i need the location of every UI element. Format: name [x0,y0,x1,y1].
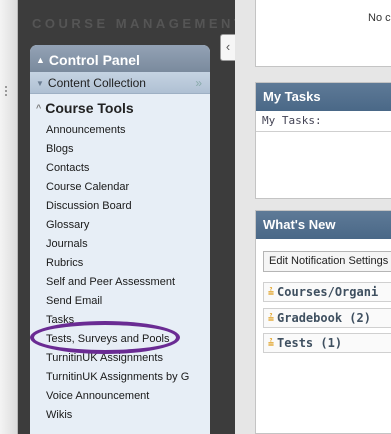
course-management-title: COURSE MANAGEMENT [32,16,246,31]
tool-discussion-board[interactable]: Discussion Board [30,197,210,216]
chevron-down-icon: ▼ [36,79,44,88]
content-collection-item[interactable]: ▼ Content Collection » [30,72,210,94]
whats-new-item-label: Tests (1) [277,336,343,350]
tool-rubrics[interactable]: Rubrics [30,254,210,273]
chevron-down-icon: ≟ [268,314,275,325]
divider [256,131,391,132]
control-panel-header[interactable]: ▲ Control Panel [30,45,210,72]
tool-turnitinuk-assignments[interactable]: TurnitinUK Assignments [30,349,210,368]
tool-blogs[interactable]: Blogs [30,140,210,159]
tool-turnitinuk-assignments-by-group[interactable]: TurnitinUK Assignments by G [30,368,210,387]
my-tasks-label: My Tasks: [262,114,322,127]
tool-voice-announcement[interactable]: Voice Announcement [30,387,210,406]
course-tools-list: Announcements Blogs Contacts Course Cale… [30,118,210,425]
tool-course-calendar[interactable]: Course Calendar [30,178,210,197]
whats-new-item-label: Courses/Organi [277,285,379,299]
chevron-up-icon: ▲ [36,55,45,65]
course-tools-title: Course Tools [45,100,134,116]
top-module-text: No c [368,12,391,24]
whats-new-item-label: Gradebook (2) [277,311,371,325]
whats-new-header: What's New [256,211,391,239]
my-tasks-header: My Tasks [256,83,391,111]
my-tasks-module: My Tasks My Tasks: [255,82,391,199]
chevron-up-icon: ^ [36,103,42,113]
chevron-down-icon: ≟ [268,339,275,350]
expand-arrows-icon[interactable]: » [195,72,202,94]
collapse-menu-button[interactable]: ‹ [220,34,235,61]
content-collection-label: Content Collection [47,76,146,90]
chevron-down-icon: ≟ [268,288,275,299]
main-content-area: No c My Tasks My Tasks: What's New Edit … [235,0,391,434]
tool-glossary[interactable]: Glossary [30,216,210,235]
tool-journals[interactable]: Journals [30,235,210,254]
course-tools-header[interactable]: ^ Course Tools [30,96,210,118]
tool-self-and-peer-assessment[interactable]: Self and Peer Assessment [30,273,210,292]
edit-notification-settings-button[interactable]: Edit Notification Settings [263,251,391,272]
left-frame-strip [0,0,18,434]
control-panel-title: Control Panel [48,52,140,68]
whats-new-item-gradebook[interactable]: ≟ Gradebook (2) [263,308,391,328]
tool-wikis[interactable]: Wikis [30,406,210,425]
tool-announcements[interactable]: Announcements [30,121,210,140]
control-panel: ▲ Control Panel ▼ Content Collection » ^ Co… [30,45,210,434]
tool-contacts[interactable]: Contacts [30,159,210,178]
tool-send-email[interactable]: Send Email [30,292,210,311]
whats-new-item-courses[interactable]: ≟ Courses/Organi [263,282,391,302]
whats-new-module: What's New Edit Notification Settings ≟ C… [255,210,391,434]
chevron-left-icon: ‹ [225,39,231,54]
top-module: No c [255,0,391,67]
resize-grip-icon[interactable] [5,86,10,96]
tool-tests-surveys-and-pools[interactable]: Tests, Surveys and Pools [30,330,210,349]
tool-tasks[interactable]: Tasks [30,311,210,330]
whats-new-item-tests[interactable]: ≟ Tests (1) [263,333,391,353]
